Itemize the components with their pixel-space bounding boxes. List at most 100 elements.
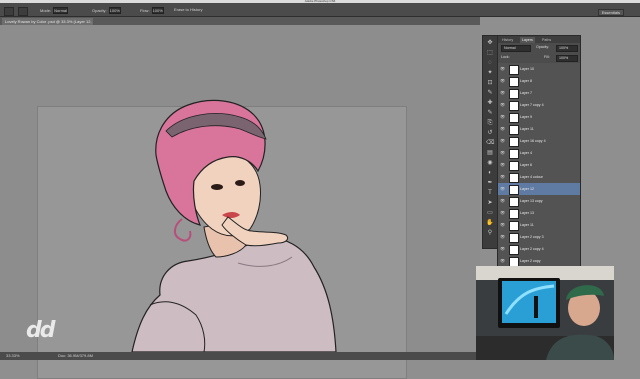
layer-thumbnail (509, 245, 519, 255)
layer-name: Layer 13 copy (520, 199, 543, 203)
status-bar: 33.33% Doc: 36.9M/379.8M (0, 352, 480, 360)
layer-controls: Normal Opacity: 100% Lock: Fill: 100% (498, 43, 580, 64)
tools-panel: ✥ ⬚ ◌ ✦ ⊡ ✎ ✚ ✎ ⎘ ↺ ⌫ ▤ ◉ ◐ ✒ T ➤ ▭ ✋ ⚲ (482, 35, 498, 249)
move-tool-icon[interactable]: ✥ (486, 40, 494, 47)
layer-thumbnail (509, 185, 519, 195)
eyedropper-tool-icon[interactable]: ✎ (486, 90, 494, 97)
sweater (131, 237, 337, 352)
mode-label: Mode: (40, 8, 52, 13)
layer-thumbnail (509, 65, 519, 75)
layer-thumbnail (509, 221, 519, 231)
webcam-overlay (476, 266, 614, 360)
visibility-eye-icon[interactable]: 👁 (500, 126, 505, 131)
blend-mode-select[interactable]: Normal (501, 45, 531, 52)
eraser-tool-icon[interactable]: ⌫ (486, 140, 494, 147)
layer-name: Layer 4 colour (520, 175, 543, 179)
visibility-eye-icon[interactable]: 👁 (500, 198, 505, 203)
history-brush-tool-icon[interactable]: ↺ (486, 130, 494, 137)
panel-tab-bar: History Layers Paths (498, 36, 580, 43)
microphone (534, 296, 538, 318)
layer-name: Layer 13 (520, 211, 534, 215)
flow-option[interactable]: Flow: 100% (140, 7, 164, 14)
visibility-eye-icon[interactable]: 👁 (500, 246, 505, 251)
opacity-option[interactable]: Opacity: 100% (92, 7, 121, 14)
gradient-tool-icon[interactable]: ▤ (486, 150, 494, 157)
shape-tool-icon[interactable]: ▭ (486, 210, 494, 217)
layer-name: Layer 11 (520, 223, 534, 227)
visibility-eye-icon[interactable]: 👁 (500, 78, 505, 83)
flow-label: Flow: (140, 8, 150, 13)
type-tool-icon[interactable]: T (486, 190, 494, 197)
pen-tool-icon[interactable]: ✒ (486, 180, 494, 187)
visibility-eye-icon[interactable]: 👁 (500, 210, 505, 215)
layer-thumbnail (509, 101, 519, 111)
layer-thumbnail (509, 149, 519, 159)
opacity-input[interactable]: 100% (108, 7, 121, 14)
layers-panel: History Layers Paths Normal Opacity: 100… (497, 35, 581, 269)
layer-thumbnail (509, 137, 519, 147)
layer-opacity-input[interactable]: 100% (556, 45, 578, 52)
layer-name: Layer 7 (520, 91, 532, 95)
doc-size-readout[interactable]: Doc: 36.9M/379.8M (58, 352, 93, 360)
visibility-eye-icon[interactable]: 👁 (500, 222, 505, 227)
layer-name: Layer 12 (520, 187, 534, 191)
crop-tool-icon[interactable]: ⊡ (486, 80, 494, 87)
fill-input[interactable]: 100% (556, 55, 578, 62)
zoom-readout[interactable]: 33.33% (6, 352, 20, 360)
illustration (131, 99, 337, 352)
flow-input[interactable]: 100% (151, 7, 164, 14)
opacity-label: Opacity: (536, 45, 550, 49)
visibility-eye-icon[interactable]: 👁 (500, 66, 505, 71)
path-select-tool-icon[interactable]: ➤ (486, 200, 494, 207)
lock-label: Lock: (501, 55, 510, 59)
visibility-eye-icon[interactable]: 👁 (500, 186, 505, 191)
visibility-eye-icon[interactable]: 👁 (500, 174, 505, 179)
mode-option[interactable]: Mode: Normal (40, 7, 69, 14)
dodge-tool-icon[interactable]: ◐ (486, 170, 494, 177)
document-tab[interactable]: Lovely Rowan by Color .psd @ 33.3% (Laye… (2, 18, 93, 31)
visibility-eye-icon[interactable]: 👁 (500, 258, 505, 263)
marquee-tool-icon[interactable]: ⬚ (486, 50, 494, 57)
layer-name: Layer 7 copy 4 (520, 103, 544, 107)
lasso-tool-icon[interactable]: ◌ (486, 60, 494, 67)
layer-name: Layer 8 (520, 79, 532, 83)
layer-name: Layer 4 (520, 151, 532, 155)
visibility-eye-icon[interactable]: 👁 (500, 90, 505, 95)
blur-tool-icon[interactable]: ◉ (486, 160, 494, 167)
layer-thumbnail (509, 77, 519, 87)
canvas-area[interactable] (0, 25, 480, 379)
layer-thumbnail (509, 197, 519, 207)
visibility-eye-icon[interactable]: 👁 (500, 234, 505, 239)
visibility-eye-icon[interactable]: 👁 (500, 102, 505, 107)
zoom-tool-icon[interactable]: ⚲ (486, 230, 494, 237)
layer-thumbnail (509, 125, 519, 135)
fill-label: Fill: (544, 55, 550, 59)
quick-select-tool-icon[interactable]: ✦ (486, 70, 494, 77)
hand-tool-icon[interactable]: ✋ (486, 220, 494, 227)
brush-tool-icon[interactable]: ✎ (486, 110, 494, 117)
tool-preset-picker[interactable] (4, 7, 14, 16)
visibility-eye-icon[interactable]: 👁 (500, 114, 505, 119)
layer-thumbnail (509, 113, 519, 123)
erase-history-option[interactable]: Erase to History (174, 7, 202, 13)
layer-name: Layer 11 (520, 127, 534, 131)
eye-right (235, 180, 245, 186)
visibility-eye-icon[interactable]: 👁 (500, 150, 505, 155)
layer-name: Layer 16 copy 4 (520, 139, 546, 143)
opacity-label: Opacity: (92, 8, 107, 13)
visibility-eye-icon[interactable]: 👁 (500, 162, 505, 167)
layer-name: Layer 2 copy 4 (520, 247, 544, 251)
workspace-switcher[interactable]: Essentials (597, 9, 624, 16)
layer-name: Layer 9 (520, 115, 532, 119)
healing-tool-icon[interactable]: ✚ (486, 100, 494, 107)
mode-select[interactable]: Normal (53, 7, 69, 14)
document-tab-bar: Lovely Rowan by Color .psd @ 33.3% (Laye… (0, 17, 480, 31)
brush-picker[interactable] (18, 7, 28, 16)
layer-thumbnail (509, 233, 519, 243)
layer-thumbnail (509, 161, 519, 171)
eye-left (211, 184, 223, 190)
layer-name: Layer 2 copy 3 (520, 235, 544, 239)
clone-tool-icon[interactable]: ⎘ (486, 120, 494, 127)
hair-curl (174, 218, 192, 242)
visibility-eye-icon[interactable]: 👁 (500, 138, 505, 143)
